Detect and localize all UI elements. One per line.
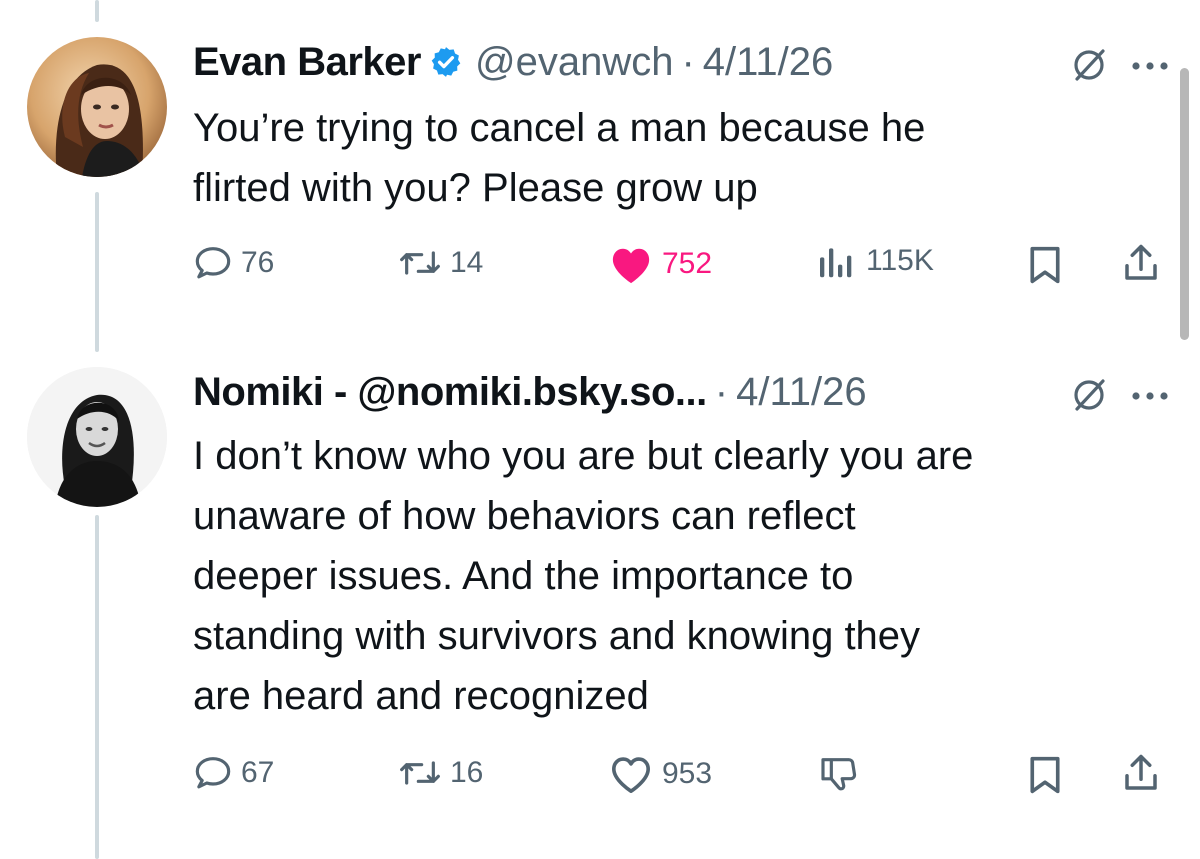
reply-button[interactable]: 67 — [193, 753, 274, 793]
tweet-date[interactable]: 4/11/26 — [703, 40, 834, 85]
tweet-date[interactable]: 4/11/26 — [736, 370, 867, 415]
tweet-actions: 67 16 953 — [193, 753, 1170, 803]
grok-icon[interactable] — [1070, 376, 1108, 419]
avatar-image — [27, 37, 167, 177]
repost-button[interactable]: 16 — [398, 753, 483, 793]
share-icon — [1121, 243, 1161, 285]
scrollbar[interactable] — [1180, 68, 1189, 340]
separator-dot: · — [681, 39, 695, 84]
repost-count: 14 — [450, 246, 484, 279]
thread-line — [95, 192, 99, 352]
like-button[interactable]: 752 — [608, 243, 712, 285]
repost-icon — [398, 753, 442, 793]
thread-line — [95, 515, 99, 859]
downvote-button[interactable] — [818, 753, 858, 793]
like-count: 953 — [662, 757, 713, 790]
author-handle[interactable]: @evanwch — [475, 40, 673, 85]
reply-button[interactable]: 76 — [193, 243, 274, 283]
avatar-nomiki[interactable] — [27, 367, 167, 507]
author-name[interactable]: Nomiki - @nomiki.bsky.so... — [193, 370, 707, 415]
avatar-evan-barker[interactable] — [27, 37, 167, 177]
thread-line — [95, 0, 99, 22]
tweet-actions: 76 14 752 115K — [193, 243, 1170, 293]
header-actions — [1070, 46, 1170, 89]
avatar-image — [27, 367, 167, 507]
bookmark-button[interactable] — [1028, 245, 1062, 285]
repost-button[interactable]: 14 — [398, 243, 483, 283]
tweet-header: Nomiki - @nomiki.bsky.so... · 4/11/26 — [193, 366, 867, 418]
reply-icon — [193, 243, 233, 283]
like-icon — [608, 753, 654, 795]
like-button[interactable]: 953 — [608, 753, 712, 795]
reply-count: 76 — [241, 246, 275, 279]
like-count: 752 — [662, 247, 713, 280]
header-actions — [1070, 376, 1170, 419]
author-name[interactable]: Evan Barker — [193, 40, 421, 85]
bookmark-icon — [1028, 245, 1062, 285]
reply-icon — [193, 753, 233, 793]
share-button[interactable] — [1121, 243, 1161, 285]
tweet[interactable]: Evan Barker @evanwch · 4/11/26 You’re tr… — [193, 36, 1170, 326]
grok-icon[interactable] — [1070, 46, 1108, 89]
more-icon[interactable] — [1130, 389, 1170, 407]
tweet-header: Evan Barker @evanwch · 4/11/26 — [193, 36, 833, 88]
like-icon — [608, 243, 654, 285]
bookmark-icon — [1028, 755, 1062, 795]
downvote-icon — [818, 753, 858, 793]
more-icon[interactable] — [1130, 59, 1170, 77]
share-icon — [1121, 753, 1161, 795]
bookmark-button[interactable] — [1028, 755, 1062, 795]
views-icon — [818, 243, 858, 279]
views-button[interactable]: 115K — [818, 243, 934, 279]
reply-count: 67 — [241, 756, 275, 789]
tweet-text: I don’t know who you are but clearly you… — [193, 434, 974, 718]
verified-badge-icon — [429, 45, 463, 79]
share-button[interactable] — [1121, 753, 1161, 795]
repost-icon — [398, 243, 442, 283]
views-count: 115K — [866, 244, 934, 277]
repost-count: 16 — [450, 756, 484, 789]
tweet[interactable]: Nomiki - @nomiki.bsky.so... · 4/11/26 I … — [193, 366, 1170, 836]
separator-dot: · — [714, 369, 729, 414]
tweet-text: You’re trying to cancel a man because he… — [193, 106, 926, 210]
